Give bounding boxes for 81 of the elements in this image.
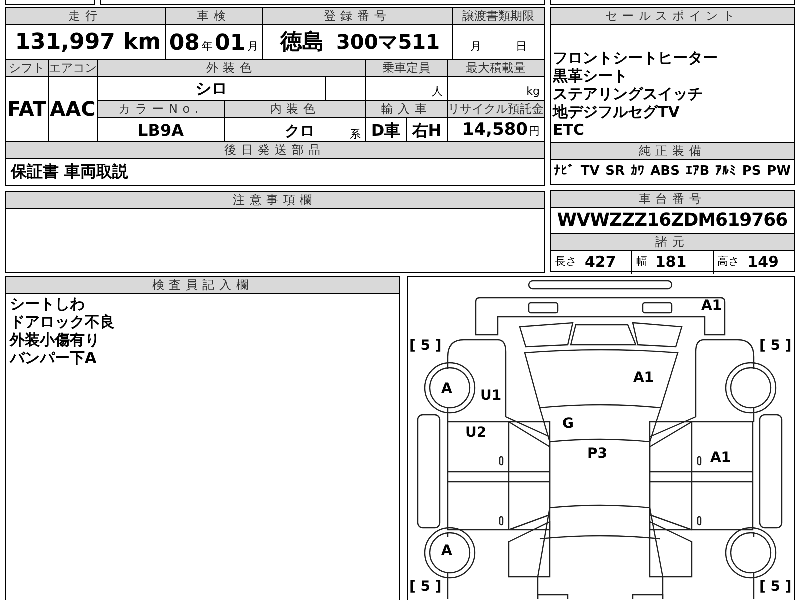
yen-unit: 円: [529, 124, 540, 140]
exterior-color-value: シロ: [196, 78, 228, 100]
column-header: 車検: [166, 8, 262, 25]
day-unit: 日: [516, 38, 527, 54]
month-unit: 月: [470, 38, 482, 54]
column-header: 譲渡書類期限: [453, 8, 544, 25]
damage-mark: A: [441, 544, 452, 558]
import-value: D車: [371, 120, 401, 142]
spec-value: 149: [748, 252, 779, 273]
sales-point-text: 地デジフルセグTV: [553, 103, 681, 121]
spec-label: 幅: [636, 254, 648, 270]
damage-mark: A1: [710, 451, 732, 465]
damage-mark: U1: [480, 389, 502, 403]
aircon-value: AAC: [50, 96, 96, 123]
column-header: セールスポイント: [551, 8, 794, 25]
column-header: リサイクル預託金: [448, 101, 544, 118]
damage-mark: P3: [587, 447, 608, 461]
mileage-unit: km: [123, 28, 161, 56]
damage-mark: G: [562, 417, 574, 431]
color-number-value: LB9A: [138, 120, 184, 142]
month-unit: 月: [248, 38, 259, 54]
equipment-item: TV: [580, 163, 600, 182]
column-header: 内装色: [225, 101, 365, 118]
column-header: 走行: [6, 8, 165, 25]
capacity-unit: 人: [432, 84, 443, 100]
equipment-item: ABS: [650, 163, 680, 182]
registration-number: 300マ511: [336, 29, 440, 56]
shift-value: FAT: [8, 96, 46, 123]
column-header: エアコン: [49, 60, 97, 77]
sales-point-text: フロントシートヒーター: [553, 49, 719, 67]
column-header: 乗車定員: [366, 60, 447, 77]
spec-label: 高さ: [718, 254, 740, 270]
sales-point-text: 黒革シート: [553, 67, 629, 85]
damage-mark: A1: [633, 371, 654, 385]
color-suffix: 系: [350, 127, 361, 143]
equipment-item: ｱﾙﾐ: [716, 163, 737, 182]
recycle-fee-value: 14,580: [462, 119, 528, 142]
inspector-note: シートしわ: [10, 295, 86, 313]
damage-mark: [ 5 ]: [759, 339, 792, 353]
equipment-item: ｴｱB: [686, 163, 710, 182]
inspection-year: 08: [169, 33, 200, 55]
column-header: 諸元: [551, 234, 794, 251]
damage-mark: A1: [701, 299, 722, 313]
mileage-value: 131,997: [15, 28, 116, 56]
registration-region: 徳島: [280, 28, 324, 56]
damage-mark: A: [441, 382, 452, 396]
spec-value: 427: [585, 252, 616, 273]
damage-mark: [ 5 ]: [759, 580, 792, 594]
column-header: 外装色: [98, 60, 365, 77]
column-header: 注意事項欄: [6, 192, 544, 209]
column-header: シフト: [6, 60, 48, 77]
sales-point-text: ステアリングスイッチ: [553, 85, 704, 103]
column-header: 輸入車: [366, 101, 447, 118]
max-load-unit: kg: [526, 84, 540, 100]
later-parts-text: 保証書 車両取説: [11, 161, 129, 183]
spec-label: 長さ: [555, 254, 577, 270]
sales-point-text: ETC: [553, 121, 586, 139]
column-header: 後日発送部品: [6, 142, 544, 159]
interior-color-value: クロ: [285, 120, 316, 142]
column-header: 登録番号: [263, 8, 452, 25]
damage-mark: [ 5 ]: [409, 339, 442, 353]
inspector-note: バンパー下A: [10, 349, 98, 367]
inspector-note: ドアロック不良: [10, 313, 116, 331]
column-header: 検査員記入欄: [6, 277, 400, 294]
column-header: 純正装備: [551, 142, 794, 160]
column-header: 最大積載量: [448, 60, 544, 77]
import-value: 右H: [412, 120, 442, 142]
damage-mark: [ 5 ]: [409, 580, 442, 594]
equipment-item: PS: [742, 163, 762, 182]
equipment-item: ﾅﾋﾞ: [554, 163, 575, 182]
inspector-note: 外装小傷有り: [10, 331, 101, 349]
column-header: カラーNo.: [98, 101, 224, 118]
equipment-item: ｶﾜ: [630, 163, 645, 182]
year-unit: 年: [202, 38, 213, 54]
spec-value: 181: [655, 252, 687, 273]
damage-mark: U2: [465, 426, 487, 440]
column-header: 車台番号: [551, 191, 794, 208]
equipment-item: PW: [767, 163, 791, 182]
chassis-number: WVWZZZ16ZDM619766: [557, 209, 788, 233]
equipment-item: SR: [606, 163, 625, 182]
inspection-month: 01: [215, 33, 246, 55]
